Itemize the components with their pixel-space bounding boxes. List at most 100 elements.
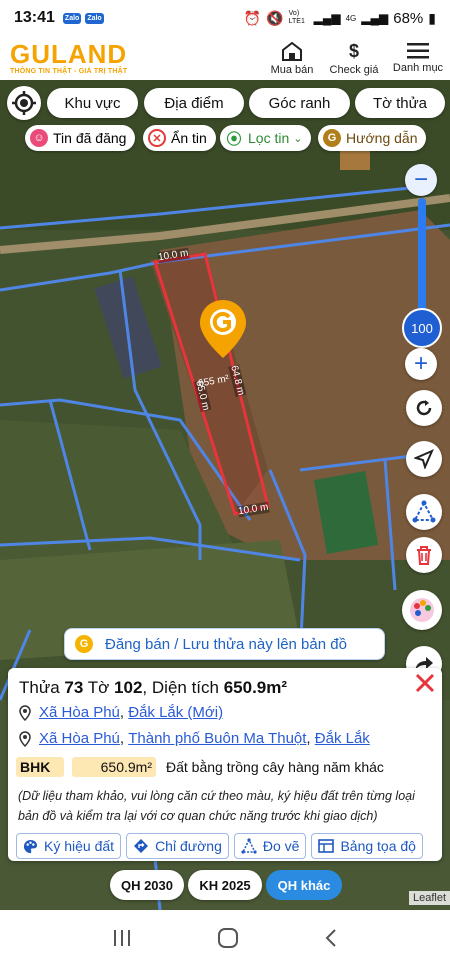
zoom-out-button[interactable]: − [405,164,437,196]
thua-number: 73 [64,678,84,697]
post-listing-label: Đăng bán / Lưu thửa này lên bản đồ [105,635,347,653]
menu-icon [407,42,429,58]
area-label-text: Diện tích [151,678,219,697]
logo-tagline: THÔNG TIN THẬT - GIÁ TRỊ THẬT [10,67,128,75]
land-area-badge: 650.9m² [72,757,156,777]
recent-apps-icon[interactable] [112,929,132,947]
menu-button[interactable]: Danh mục [386,36,450,80]
buy-sell-label: Mua bán [270,63,314,76]
draw-polygon-icon [412,500,436,523]
post-listing-button[interactable]: G Đăng bán / Lưu thửa này lên bản đồ [64,628,385,660]
close-circle-icon: ✕ [148,129,166,147]
dollar-icon: $ [348,40,359,61]
to-number: 102 [114,678,143,697]
locate-me-button[interactable] [7,86,41,120]
land-symbol-button[interactable]: Ký hiệu đất [16,833,122,859]
zalo-notification-icon: Zalo [85,12,104,24]
land-symbol-label: Ký hiệu đất [44,838,115,854]
mute-icon: 🔇 [266,9,284,26]
navigate-button[interactable] [406,441,442,477]
alarm-icon: ⏰ [243,9,262,26]
close-panel-button[interactable] [412,670,438,696]
check-price-label: Check giá [329,63,379,76]
guland-icon: G [75,635,93,653]
table-icon [318,839,335,853]
measure-button[interactable]: Đo vẽ [233,833,307,859]
menu-label: Danh mục [392,61,444,74]
logo-text: GULAND [10,38,128,69]
network-label: Vo) LTE1 [288,10,305,25]
chip-hide-label: Ẩn tin [171,130,207,146]
chip-posted-label: Tin đã đăng [53,130,127,146]
other-planning-button[interactable]: QH khác [266,870,342,900]
close-icon [415,673,435,693]
commune-link[interactable]: Xã Hòa Phú [39,704,120,721]
minus-icon: − [413,166,428,193]
navigation-arrow-icon [414,449,434,469]
user-icon: ☺ [30,129,48,147]
directions-label: Chỉ đường [155,838,222,854]
province-link[interactable]: Đắk Lắk (Mới) [128,704,223,721]
guland-logo[interactable]: GULAND THÔNG TIN THẬT - GIÁ TRỊ THẬT [10,38,128,75]
status-time: 13:41 [14,9,55,26]
address-old: Xã Hòa Phú, Thành phố Buôn Ma Thuột, Đắk… [19,730,370,747]
back-icon[interactable] [324,928,338,948]
plot-marker[interactable] [198,298,248,360]
planning-2030-button[interactable]: QH 2030 [110,870,184,900]
filter-dia-diem[interactable]: Địa điểm [144,88,244,118]
status-bar: 13:41 Zalo Zalo ⏰ 🔇 Vo) LTE1 ▂▄▆ 4G ▂▄▆ … [0,0,450,36]
city-link[interactable]: Thành phố Buôn Ma Thuột [128,730,306,747]
chip-filter-listings[interactable]: ⦿ Lọc tin ⌄ [220,125,312,151]
directions-button[interactable]: Chỉ đường [126,833,229,859]
draw-tool-button[interactable] [406,494,442,530]
zoom-slider-track[interactable] [418,198,426,318]
chip-hide-listings[interactable]: ✕ Ẩn tin [143,125,216,151]
province-link[interactable]: Đắk Lắk [315,730,370,747]
coordinate-table-label: Bảng tọa độ [340,838,416,854]
signal-icon: ▂▄▆ [361,11,389,25]
address-new: Xã Hòa Phú, Đắk Lắk (Mới) [19,704,223,721]
home-icon[interactable] [217,927,239,949]
guland-pin-icon [200,300,246,358]
chip-posted-listings[interactable]: ☺ Tin đã đăng [25,125,136,151]
location-pin-icon [19,704,31,721]
palette-icon [23,839,38,853]
addr-sep: , [306,730,315,747]
battery-icon: ▮ [428,9,436,26]
chip-guide[interactable]: G Hướng dẫn [318,125,427,151]
guide-icon: G [323,129,341,147]
system-nav-bar [0,910,450,965]
chevron-down-icon: ⌄ [293,132,303,145]
buy-sell-button[interactable]: Mua bán [262,36,322,80]
trash-icon [417,546,431,565]
zoom-in-button[interactable]: + [405,348,437,380]
directions-icon [134,839,149,853]
land-description: Đất bằng trồng cây hàng năm khác [166,759,384,775]
plan-2025-button[interactable]: KH 2025 [188,870,262,900]
addr-sep: , [119,730,129,747]
crosshair-icon [12,91,36,115]
battery-percent: 68% [393,9,424,27]
measure-icon [241,838,257,854]
title-comma: , [142,678,148,697]
plot-title: Thửa 73 Tờ 102, Diện tích 650.9m² [19,678,287,698]
layer-color-button[interactable] [402,590,442,630]
plus-icon: + [413,350,428,377]
thua-label: Thửa [19,678,60,697]
plot-info-panel: Thửa 73 Tờ 102, Diện tích 650.9m² Xã Hòa… [8,668,442,861]
zoom-slider-handle[interactable]: 100 [402,308,442,348]
refresh-button[interactable] [406,390,442,426]
location-pin-icon: ⦿ [226,130,242,148]
delete-button[interactable] [406,537,442,573]
palette-icon [410,598,434,622]
chip-filter-label: Lọc tin [248,130,290,146]
coordinate-table-button[interactable]: Bảng tọa độ [311,833,423,859]
zalo-notification-icon: Zalo [62,12,82,24]
disclaimer-note: (Dữ liệu tham khảo, vui lòng căn cứ theo… [18,789,415,823]
check-price-button[interactable]: $ Check giá [322,36,386,80]
filter-goc-ranh[interactable]: Góc ranh [249,88,350,118]
filter-khu-vuc[interactable]: Khu vực [47,88,138,118]
map-attribution[interactable]: Leaflet [408,891,450,905]
filter-to-thua[interactable]: Tờ thửa [355,88,445,118]
commune-link[interactable]: Xã Hòa Phú [39,730,120,747]
